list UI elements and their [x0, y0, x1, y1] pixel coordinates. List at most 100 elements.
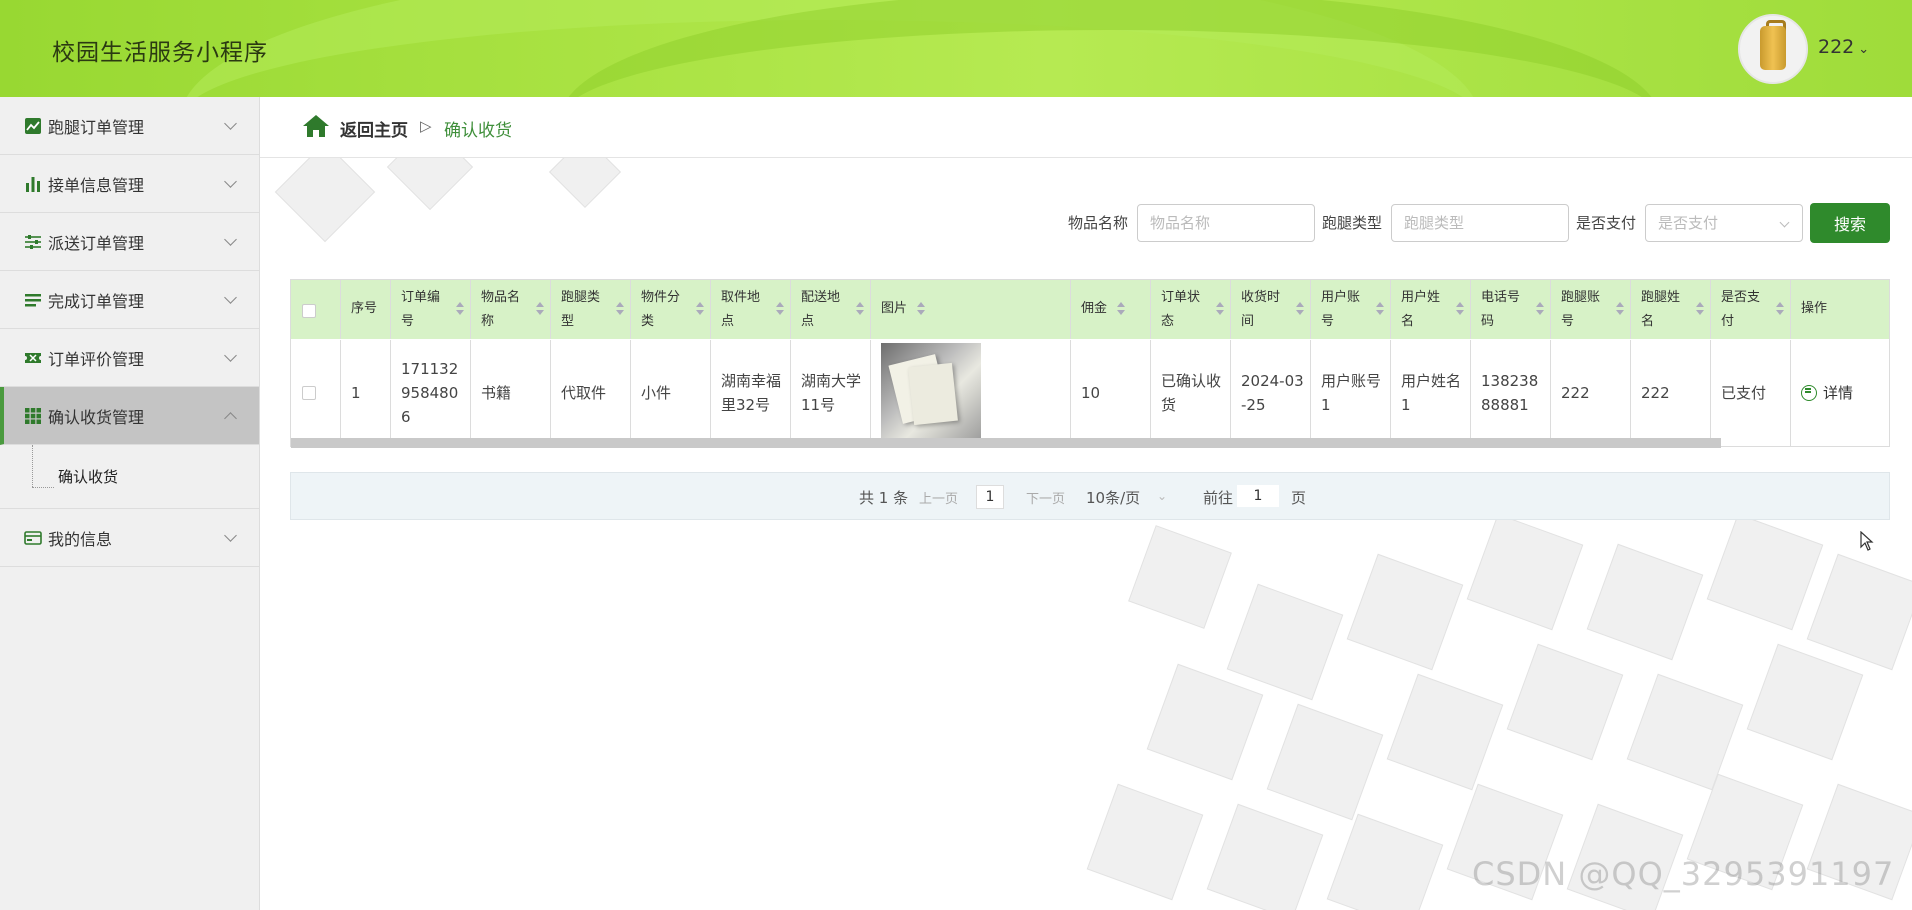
breadcrumb-home-link[interactable]: 返回主页 — [340, 116, 408, 141]
sort-icon[interactable] — [1616, 302, 1624, 316]
sort-icon[interactable] — [1216, 302, 1224, 316]
page-size-select[interactable]: 10条/页 — [1086, 487, 1140, 508]
detail-button[interactable]: 详情 — [1801, 381, 1853, 405]
sort-icon[interactable] — [1456, 302, 1464, 316]
suitcase-icon — [1760, 26, 1786, 70]
table-header-cell[interactable]: 跑腿姓名 — [1631, 280, 1711, 339]
header-label: 跑腿账号 — [1561, 290, 1601, 329]
user-name-label: 222 — [1818, 36, 1855, 58]
table-header-cell[interactable]: 物件分类 — [631, 280, 711, 339]
table-header-cell[interactable]: 用户账号 — [1311, 280, 1391, 339]
table-header-cell[interactable]: 跑腿类型 — [551, 280, 631, 339]
sidebar-subitem-confirm-receipt[interactable]: 确认收货 — [0, 445, 259, 509]
sidebar-item-confirm-receipt[interactable]: 确认收货管理 — [0, 387, 259, 445]
cell-paid: 已支付 — [1711, 340, 1791, 446]
goto-page-input[interactable]: 1 — [1237, 485, 1279, 507]
sidebar: 跑腿订单管理 接单信息管理 派送订单管理 完成订单管理 订单评价管理 确认收货管… — [0, 97, 260, 910]
grid-icon — [25, 407, 41, 424]
table-header-cell[interactable]: 电话号码 — [1471, 280, 1551, 339]
table-header-cell[interactable]: 取件地点 — [711, 280, 791, 339]
goto-suffix: 页 — [1291, 489, 1307, 507]
cell-pickup: 湖南幸福里32号 — [711, 340, 791, 446]
table-header: 序号 订单编号 物品名称 跑腿类型 物件分类 取件地点 配送地点 图片 佣金 订… — [291, 280, 1889, 339]
sort-icon[interactable] — [1536, 302, 1544, 316]
paid-select[interactable]: 是否支付 — [1645, 204, 1803, 242]
page-number-current[interactable]: 1 — [976, 485, 1004, 509]
table-header-cell[interactable]: 是否支付 — [1711, 280, 1791, 339]
avatar[interactable] — [1738, 14, 1808, 84]
home-icon[interactable] — [302, 114, 330, 138]
sort-icon[interactable] — [1117, 302, 1125, 316]
cell-errand-type: 代取件 — [551, 340, 631, 446]
sort-icon[interactable] — [616, 302, 624, 316]
header-label: 电话号码 — [1481, 290, 1521, 329]
chevron-down-icon — [224, 175, 237, 188]
sort-icon[interactable] — [1296, 302, 1304, 316]
sort-icon[interactable] — [856, 302, 864, 316]
cell-status: 已确认收货 — [1151, 340, 1231, 446]
sliders-icon — [25, 234, 41, 249]
main-content: 返回主页 ▷ 确认收货 物品名称 跑腿类型 是否支付 是否支付 搜索 序号 订单… — [260, 97, 1912, 910]
cell-actions: 详情 — [1791, 340, 1889, 446]
sort-icon[interactable] — [696, 302, 704, 316]
sort-icon[interactable] — [456, 302, 464, 316]
cell-commission: 10 — [1071, 340, 1151, 446]
row-select-cell — [291, 340, 341, 446]
table-header-cell[interactable]: 用户姓名 — [1391, 280, 1471, 339]
app-title: 校园生活服务小程序 — [52, 40, 268, 66]
sort-icon[interactable] — [536, 302, 544, 316]
sort-icon[interactable] — [776, 302, 784, 316]
user-menu[interactable]: 222 ⌄ — [1818, 36, 1869, 58]
errand-type-input[interactable] — [1391, 204, 1569, 242]
mouse-cursor-icon — [1860, 531, 1874, 551]
sort-icon[interactable] — [1376, 302, 1384, 316]
table-header-cell[interactable]: 收货时间 — [1231, 280, 1311, 339]
row-checkbox[interactable] — [302, 386, 316, 400]
header-label: 跑腿姓名 — [1641, 290, 1681, 329]
search-button[interactable]: 搜索 — [1810, 203, 1890, 243]
sidebar-item-dispatch-orders[interactable]: 派送订单管理 — [0, 213, 259, 271]
chevron-down-icon — [224, 233, 237, 246]
table-header-cell[interactable]: 订单状态 — [1151, 280, 1231, 339]
breadcrumb-current: 确认收货 — [444, 121, 512, 141]
data-table: 序号 订单编号 物品名称 跑腿类型 物件分类 取件地点 配送地点 图片 佣金 订… — [290, 279, 1890, 448]
table-header-cell[interactable]: 跑腿账号 — [1551, 280, 1631, 339]
sidebar-item-completed-orders[interactable]: 完成订单管理 — [0, 271, 259, 329]
header-label: 跑腿类型 — [561, 290, 601, 329]
header-select-all — [291, 280, 341, 339]
tree-line — [32, 445, 33, 487]
cell-item-name: 书籍 — [471, 340, 551, 446]
breadcrumb: 返回主页 ▷ 确认收货 — [260, 97, 1912, 158]
table-header-cell[interactable]: 佣金 — [1071, 280, 1151, 339]
select-all-checkbox[interactable] — [302, 304, 316, 318]
prev-page-button[interactable]: 上一页 — [919, 488, 958, 507]
sort-icon[interactable] — [1776, 302, 1784, 316]
cell-order-no: 1711329584806 — [391, 340, 471, 446]
table-header-cell[interactable]: 配送地点 — [791, 280, 871, 339]
goto-label: 前往 — [1203, 489, 1234, 507]
chevron-down-icon — [1779, 217, 1790, 228]
item-image-thumbnail[interactable] — [881, 343, 981, 443]
table-header-cell[interactable]: 图片 — [871, 280, 1071, 339]
chevron-up-icon — [224, 412, 237, 425]
sidebar-subitem-label: 确认收货 — [58, 468, 119, 486]
sidebar-item-order-reviews[interactable]: 订单评价管理 — [0, 329, 259, 387]
sidebar-item-label: 确认收货管理 — [48, 407, 145, 427]
item-name-input[interactable] — [1137, 204, 1315, 242]
pagination-total: 共 1 条 — [859, 489, 909, 507]
table-header-cell[interactable]: 订单编号 — [391, 280, 471, 339]
table-header-cell[interactable]: 物品名称 — [471, 280, 551, 339]
chevron-down-icon: ⌄ — [1858, 42, 1870, 57]
ticket-icon — [25, 352, 41, 363]
next-page-button[interactable]: 下一页 — [1026, 488, 1065, 507]
header-label: 用户账号 — [1321, 290, 1361, 329]
sidebar-item-accept-info[interactable]: 接单信息管理 — [0, 155, 259, 213]
header-label: 取件地点 — [721, 290, 761, 329]
sidebar-item-label: 接单信息管理 — [48, 175, 145, 195]
sort-icon[interactable] — [1696, 302, 1704, 316]
table-header-cell: 操作 — [1801, 301, 1828, 316]
sidebar-item-my-info[interactable]: 我的信息 — [0, 509, 259, 567]
sidebar-item-errand-orders[interactable]: 跑腿订单管理 — [0, 97, 259, 155]
sort-icon[interactable] — [917, 302, 925, 316]
horizontal-scrollbar[interactable] — [291, 438, 1721, 448]
